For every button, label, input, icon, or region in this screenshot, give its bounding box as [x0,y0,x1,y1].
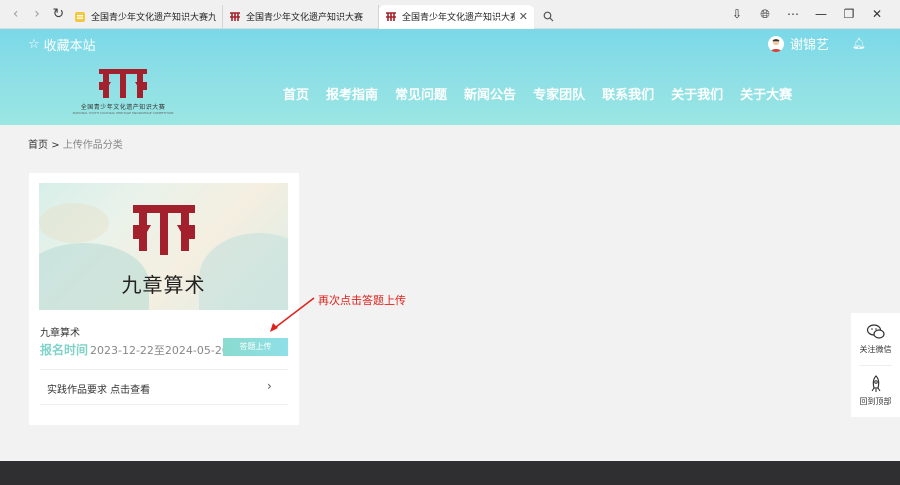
close-icon[interactable]: ✕ [519,10,528,23]
breadcrumb: 首页 > 上传作品分类 [28,136,123,151]
banner-logo-icon [133,205,195,255]
browser-tab-3-active[interactable]: 全国青少年文化遗产知识大赛 ✕ [379,4,534,29]
nav-news[interactable]: 新闻公告 [464,84,516,103]
browser-tab-1[interactable]: 全国青少年文化遗产知识大赛九章 [68,4,223,29]
browser-chrome: ‹ › ↻ 全国青少年文化遗产知识大赛九章 全国青少年文化遗产知识大赛 全国青少… [0,0,900,29]
wechat-icon [866,324,885,339]
annotation-text: 再次点击答题上传 [318,294,406,307]
banner-title: 九章算术 [121,273,206,297]
browser-tab-label: 全国青少年文化遗产知识大赛九章 [91,13,216,23]
back-icon[interactable]: ‹ [6,4,25,24]
bell-icon[interactable]: 🔔︎ [852,37,866,50]
favorite-link[interactable]: ☆ 收藏本站 [28,35,96,54]
forward-icon[interactable]: › [27,4,46,24]
card-title: 九章算术 [40,328,80,339]
browser-nav: ‹ › ↻ [0,4,68,24]
header-top-bar: ☆ 收藏本站 谢锦艺 🔔︎ [0,29,900,58]
side-toolbar: 关注微信 回到顶部 [851,313,900,417]
nav-exam-guide[interactable]: 报考指南 [326,84,378,103]
tab-search-icon[interactable] [534,5,562,29]
answer-upload-button[interactable]: 答题上传 [223,338,288,356]
breadcrumb-current: 上传作品分类 [62,140,123,151]
back-to-top-label: 回到顶部 [859,397,892,406]
more-icon[interactable]: ⋯ [784,7,802,21]
logo-subtext: NATIONAL YOUTH CULTURAL HERITAGE KNOWLED… [72,111,174,115]
registration-dates: 2023-12-22至2024-05-20 [90,344,229,357]
browser-tab-label: 全国青少年文化遗产知识大赛 [402,13,515,23]
back-to-top-button[interactable]: 回到顶部 [851,365,900,417]
avatar [768,35,784,52]
requirement-link[interactable]: 实践作品要求 点击查看 [47,381,150,396]
follow-wechat-label: 关注微信 [859,345,892,354]
browser-tab-label: 全国青少年文化遗产知识大赛 [246,13,364,23]
browser-actions: ⇩ 🌐︎ ⋯ — ❐ ✕ [728,7,900,22]
nav-faq[interactable]: 常见问题 [395,84,447,103]
nav-about-contest[interactable]: 关于大赛 [740,84,792,103]
site-footer [0,461,900,485]
logo-text: 全国青少年文化遗产知识大赛 [80,104,166,111]
minimize-icon[interactable]: — [812,7,830,21]
follow-wechat-button[interactable]: 关注微信 [851,313,900,365]
nav-experts[interactable]: 专家团队 [533,84,585,103]
divider [40,404,288,405]
site-favicon-icon [385,11,397,23]
registration-label: 报名时间 [40,343,89,357]
card-banner[interactable]: 九章算术 [39,183,288,310]
chevron-right-icon[interactable]: › [267,379,272,393]
page-favicon-icon [74,11,86,23]
close-window-icon[interactable]: ✕ [868,7,886,21]
browser-tab-2[interactable]: 全国青少年文化遗产知识大赛 [223,4,379,29]
restore-icon[interactable]: ❐ [840,7,858,21]
breadcrumb-home[interactable]: 首页 [28,140,48,151]
nav-contact[interactable]: 联系我们 [602,84,654,103]
site-favicon-icon [229,11,241,23]
annotation-arrow-icon [270,297,315,332]
browser-tabs: 全国青少年文化遗产知识大赛九章 全国青少年文化遗产知识大赛 全国青少年文化遗产知… [68,0,562,29]
breadcrumb-separator: > [51,140,60,151]
main-nav: 首页 报考指南 常见问题 新闻公告 专家团队 联系我们 关于我们 关于大赛 [283,84,809,103]
divider [40,369,288,370]
refresh-icon[interactable]: ↻ [49,4,68,24]
user-menu[interactable]: 谢锦艺 [768,34,829,53]
globe-icon[interactable]: 🌐︎ [756,7,774,22]
site-logo[interactable]: 全国青少年文化遗产知识大赛 NATIONAL YOUTH CULTURAL HE… [58,66,188,116]
site-header: ☆ 收藏本站 谢锦艺 🔔︎ 全国青少年文化遗产知识大赛 NATIONAL YOU… [0,29,900,125]
category-card: 九章算术 九章算术 报名时间 2023-12-22至2024-05-20 答题上… [29,173,299,425]
download-icon[interactable]: ⇩ [728,7,746,21]
banner-decor [39,203,109,243]
user-name: 谢锦艺 [790,38,830,53]
star-icon: ☆ [28,37,40,52]
favorite-label: 收藏本站 [43,39,96,54]
nav-about-us[interactable]: 关于我们 [671,84,723,103]
rocket-icon [871,375,881,392]
logo-mark-icon [99,69,147,98]
nav-home[interactable]: 首页 [283,84,309,103]
